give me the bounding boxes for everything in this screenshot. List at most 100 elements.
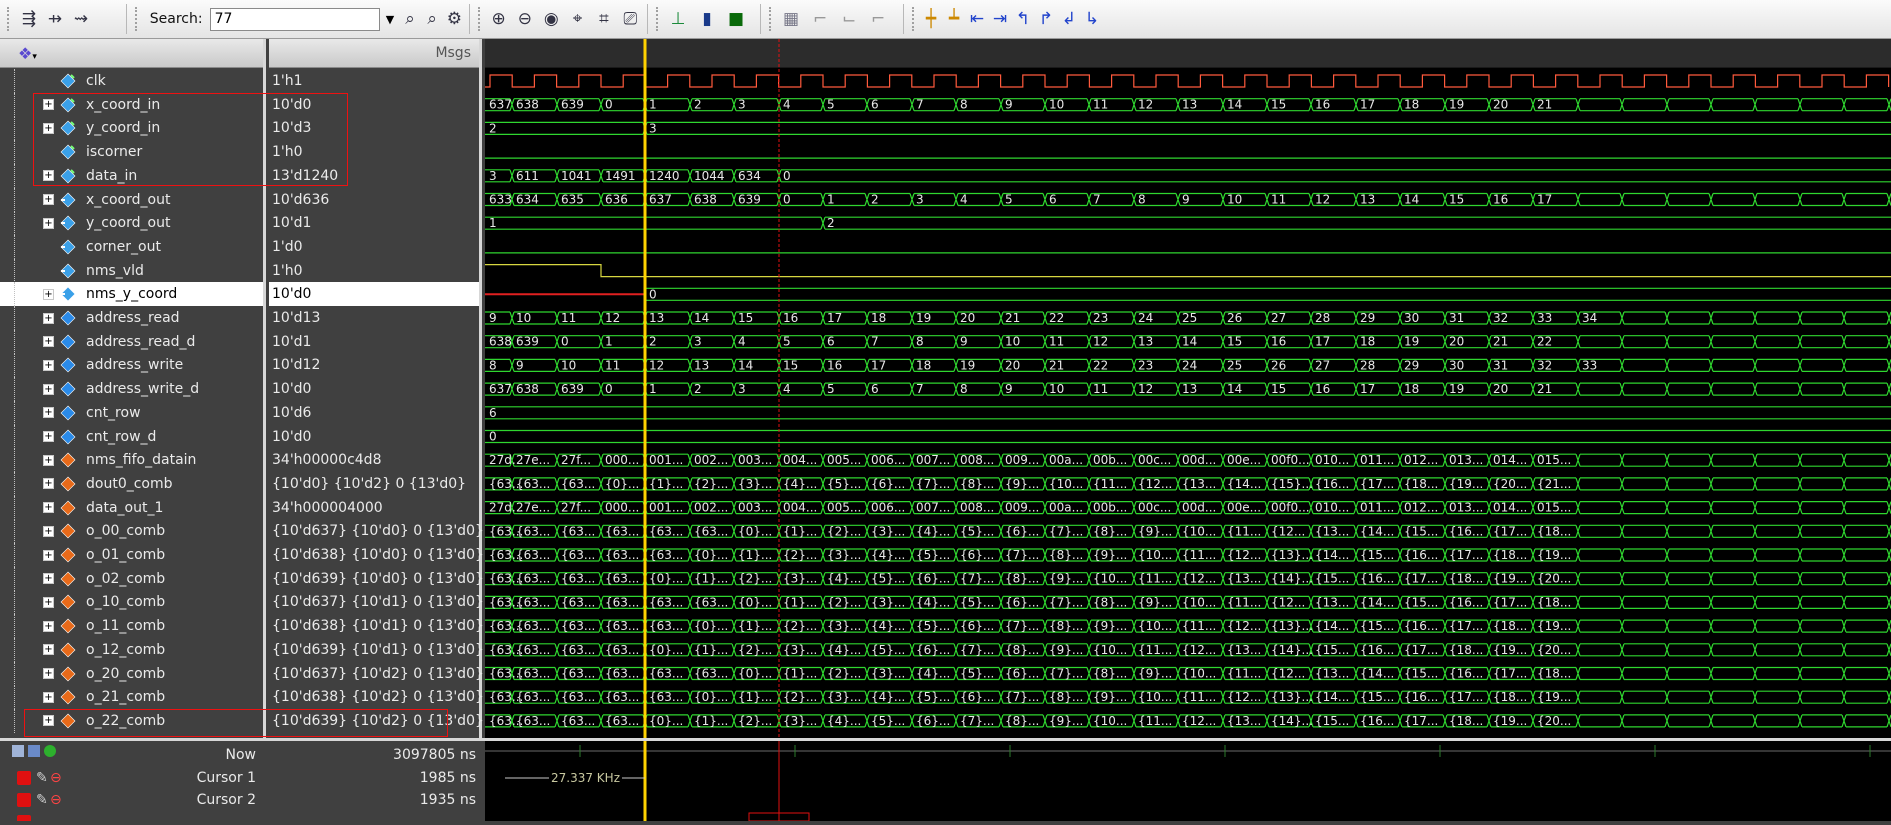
format-literal-icon[interactable]: ⊥	[665, 6, 691, 32]
expand-toggle-icon[interactable]: +	[43, 288, 54, 300]
signal-row-address-read-d[interactable]: + address_read_d	[0, 329, 263, 354]
signal-value-nms-fifo-datain[interactable]: 34'h00000c4d8	[269, 448, 479, 472]
zoom-full-icon[interactable]: ◉	[540, 6, 563, 32]
cursor-prev-edge-icon[interactable]: ⇤	[967, 6, 987, 32]
wave-menu-icon[interactable]: ❖▾	[18, 44, 37, 63]
signal-row-y-coord-out[interactable]: + y_coord_out	[0, 211, 263, 236]
signal-value-o-11-comb[interactable]: {10'd638} {10'd1} 0 {13'd0}	[269, 614, 484, 638]
signal-value-cnt-row-d[interactable]: 10'd0	[269, 425, 479, 449]
remove-cursor-icon[interactable]: ⊖	[50, 792, 62, 808]
zoom-last-icon[interactable]: ⎚	[619, 6, 642, 32]
cursor-timeline-canvas[interactable]	[485, 741, 1891, 822]
find-signal-icon[interactable]: ⇝	[68, 6, 94, 32]
signal-value-o-12-comb[interactable]: {10'd639} {10'd1} 0 {13'd0}	[269, 638, 484, 662]
signal-value-address-read-d[interactable]: 10'd1	[269, 330, 479, 354]
signal-value-x-coord-out[interactable]: 10'd636	[269, 188, 479, 212]
format-analog-icon[interactable]: ■	[723, 6, 749, 32]
expand-toggle-icon[interactable]: +	[43, 691, 54, 703]
cursor-prev-fall-icon[interactable]: ↲	[1059, 6, 1079, 32]
signal-row-x-coord-out[interactable]: + x_coord_out	[0, 187, 263, 212]
edge-rise-icon[interactable]: ⌐	[807, 6, 833, 32]
signal-row-address-write-d[interactable]: + address_write_d	[0, 377, 263, 402]
signal-row-corner-out[interactable]: corner_out	[0, 234, 263, 259]
signal-value-o-01-comb[interactable]: {10'd638} {10'd0} 0 {13'd0}	[269, 543, 484, 567]
signal-row-nms-fifo-datain[interactable]: + nms_fifo_datain	[0, 448, 263, 473]
signal-value-corner-out[interactable]: 1'd0	[269, 235, 479, 259]
cursor-next-edge-icon[interactable]: ⇥	[990, 6, 1010, 32]
cursor-prev-rise-icon[interactable]: ↰	[1013, 6, 1033, 32]
signal-value-y-coord-out[interactable]: 10'd1	[269, 211, 479, 235]
expand-toggle-icon[interactable]: +	[43, 383, 54, 395]
search-dropdown-icon[interactable]: ▼	[383, 8, 398, 31]
cursor1-row[interactable]: ✎ ⊖ Cursor 1 1985 ns	[0, 767, 482, 789]
signal-value-o-21-comb[interactable]: {10'd638} {10'd2} 0 {13'd0}	[269, 685, 484, 709]
expand-toggle-icon[interactable]: +	[43, 525, 54, 537]
signal-row-o-00-comb[interactable]: + o_00_comb	[0, 519, 263, 544]
expand-toggle-icon[interactable]: +	[43, 549, 54, 561]
signal-value-address-write[interactable]: 10'd12	[269, 353, 479, 377]
signal-row-o-11-comb[interactable]: + o_11_comb	[0, 614, 263, 639]
zoom-out-icon[interactable]: ⊖	[513, 6, 536, 32]
delete-cursor-icon[interactable]: ┷	[944, 6, 964, 32]
find-next-icon[interactable]: ⌕	[423, 6, 442, 32]
signal-value-o-10-comb[interactable]: {10'd637} {10'd1} 0 {13'd0}	[269, 590, 484, 614]
signal-row-address-write[interactable]: + address_write	[0, 353, 263, 378]
zoom-cursor-icon[interactable]: ⌖	[566, 6, 589, 32]
block-icon[interactable]: ▦	[778, 6, 804, 32]
signal-row-o-20-comb[interactable]: + o_20_comb	[0, 661, 263, 686]
expand-toggle-icon[interactable]: +	[43, 644, 54, 656]
signal-row-o-10-comb[interactable]: + o_10_comb	[0, 590, 263, 615]
lock-icon[interactable]	[17, 815, 31, 821]
pencil-icon[interactable]: ✎	[36, 792, 48, 808]
expand-toggle-icon[interactable]: +	[43, 407, 54, 419]
zoom-region-icon[interactable]: ⌗	[592, 6, 615, 32]
waveform-canvas[interactable]: 637 638 639 0 1 2 3 4 5 6 7 8 9 10 11 12 13 14 15 16 17 18 19 2…	[485, 39, 1891, 738]
zoom-in-icon[interactable]: ⊕	[487, 6, 510, 32]
edge-fall-icon[interactable]: ⌙	[836, 6, 862, 32]
signal-value-clk[interactable]: 1'h1	[269, 69, 479, 93]
signal-row-clk[interactable]: clk	[0, 69, 263, 93]
expand-toggle-icon[interactable]: +	[43, 336, 54, 348]
remove-cursor-icon[interactable]: ⊖	[50, 770, 62, 786]
find-prev-icon[interactable]: ⌕	[400, 6, 419, 32]
signal-value-data-out-1[interactable]: 34'h000004000	[269, 496, 479, 520]
cursor-timeline[interactable]: 27.337 KHz	[485, 741, 1891, 822]
signal-value-address-write-d[interactable]: 10'd0	[269, 377, 479, 401]
signal-row-nms-y-coord[interactable]: + nms_y_coord	[0, 282, 263, 307]
waveform-pane[interactable]: 637 638 639 0 1 2 3 4 5 6 7 8 9 10 11 12 13 14 15 16 17 18 19 2…	[485, 39, 1891, 738]
signal-value-nms-y-coord[interactable]: 10'd0	[269, 282, 479, 307]
signal-value-address-read[interactable]: 10'd13	[269, 306, 479, 330]
expand-toggle-icon[interactable]: +	[43, 359, 54, 371]
signal-value-dout0-comb[interactable]: {10'd0} {10'd2} 0 {13'd0}	[269, 472, 479, 496]
signal-row-nms-vld[interactable]: nms_vld	[0, 258, 263, 283]
signal-value-o-20-comb[interactable]: {10'd637} {10'd2} 0 {13'd0}	[269, 662, 484, 686]
expand-toggle-icon[interactable]: +	[43, 502, 54, 514]
insert-wave-icon[interactable]: ⇶	[16, 6, 42, 32]
signal-row-cnt-row-d[interactable]: + cnt_row_d	[0, 424, 263, 449]
signal-row-o-02-comb[interactable]: + o_02_comb	[0, 566, 263, 591]
insert-divider-icon[interactable]: ⇸	[45, 6, 65, 32]
signal-value-o-02-comb[interactable]: {10'd639} {10'd0} 0 {13'd0}	[269, 567, 484, 591]
find-options-icon[interactable]: ⚙	[445, 6, 464, 32]
format-logic-icon[interactable]: ▮	[694, 6, 720, 32]
signal-row-o-01-comb[interactable]: + o_01_comb	[0, 543, 263, 567]
signal-row-o-21-comb[interactable]: + o_21_comb	[0, 685, 263, 710]
expand-toggle-icon[interactable]: +	[43, 454, 54, 466]
expand-toggle-icon[interactable]: +	[43, 431, 54, 442]
expand-toggle-icon[interactable]: +	[43, 596, 54, 608]
expand-toggle-icon[interactable]: +	[43, 668, 54, 679]
add-cursor-icon[interactable]: ┿	[921, 6, 941, 32]
cursor-next-rise-icon[interactable]: ↱	[1036, 6, 1056, 32]
edge-both-icon[interactable]: ⌐	[865, 6, 891, 32]
cursor2-row[interactable]: ✎ ⊖ Cursor 2 1935 ns	[0, 789, 482, 811]
expand-toggle-icon[interactable]: +	[43, 194, 54, 205]
signal-row-address-read[interactable]: + address_read	[0, 306, 263, 330]
signal-row-cnt-row[interactable]: + cnt_row	[0, 400, 263, 425]
pencil-icon[interactable]: ✎	[36, 770, 48, 786]
signal-value-cnt-row[interactable]: 10'd6	[269, 401, 479, 425]
signal-row-dout0-comb[interactable]: + dout0_comb	[0, 471, 263, 496]
signal-value-o-00-comb[interactable]: {10'd637} {10'd0} 0 {13'd0}	[269, 519, 484, 543]
lock-icon[interactable]	[17, 793, 31, 807]
expand-toggle-icon[interactable]: +	[43, 478, 54, 490]
expand-toggle-icon[interactable]: +	[43, 620, 54, 632]
